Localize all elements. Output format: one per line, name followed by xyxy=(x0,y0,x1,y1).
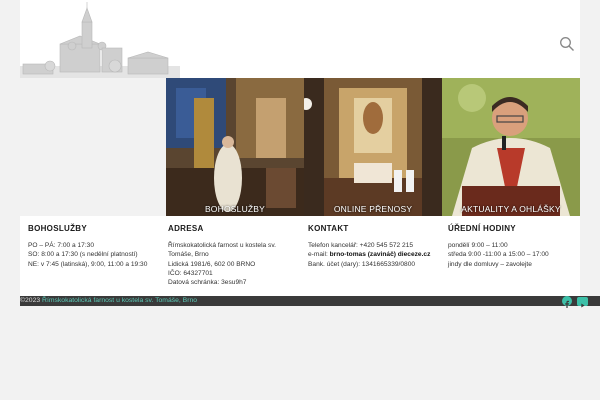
address-line: IČO: 64327701 xyxy=(168,269,213,277)
email-label: e-mail: xyxy=(308,251,330,259)
address-column: ADRESA Římskokatolická farnost u kostela… xyxy=(160,216,300,296)
feature-tiles: BOHOSLUŽBY ONLINE PŘENOSY AKTUALITY A OH… xyxy=(166,78,580,216)
facebook-icon[interactable] xyxy=(562,296,572,308)
address-heading: ADRESA xyxy=(168,224,204,233)
office-hours-heading: ÚŘEDNÍ HODINY xyxy=(448,224,516,233)
address-line: Lidická 1981/6, 602 00 BRNO xyxy=(168,260,256,268)
church-drawing-icon[interactable] xyxy=(20,0,215,78)
address-line: Datová schránka: 3esu9h7 xyxy=(168,279,247,287)
youtube-icon[interactable] xyxy=(577,296,588,307)
contact-column: KONTAKT Telefon kancelář: +420 545 572 2… xyxy=(300,216,440,296)
tile-label: AKTUALITY A OHLÁŠKY xyxy=(461,204,561,214)
altar-photo xyxy=(304,78,442,216)
office-hours-line: středa 9:00 -11:00 a 15:00 – 17:00 xyxy=(448,251,549,259)
info-section: BOHOSLUŽBY PO – PÁ: 7:00 a 17:30 SO: 8:0… xyxy=(20,216,580,296)
tile-services[interactable]: BOHOSLUŽBY xyxy=(166,78,304,216)
services-line: PO – PÁ: 7:00 a 17:30 xyxy=(28,242,94,249)
services-column: BOHOSLUŽBY PO – PÁ: 7:00 a 17:30 SO: 8:0… xyxy=(20,216,160,296)
tile-online-streams[interactable]: ONLINE PŘENOSY xyxy=(304,78,442,216)
mass-photo xyxy=(166,78,304,216)
tile-label: BOHOSLUŽBY xyxy=(204,204,266,214)
site-footer: ©2023 Římskokatolická farnost u kostela … xyxy=(20,296,600,308)
site-header xyxy=(20,0,580,78)
office-hours-column: ÚŘEDNÍ HODINY pondělí 9:00 – 11:00 střed… xyxy=(440,216,580,296)
office-hours-line: pondělí 9:00 – 11:00 xyxy=(448,242,508,249)
contact-phone[interactable]: Telefon kancelář: +420 545 572 215 xyxy=(308,241,440,250)
priest-photo xyxy=(442,78,580,216)
contact-heading: KONTAKT xyxy=(308,224,349,233)
parish-link[interactable]: Římskokatolická farnost u kostela sv. To… xyxy=(42,297,197,304)
office-hours-line: jindy dle domluvy – zavolejte xyxy=(448,260,532,268)
copyright: ©2023 Římskokatolická farnost u kostela … xyxy=(20,297,197,304)
search-icon[interactable] xyxy=(559,36,575,52)
address-line: Římskokatolická farnost u kostela sv. xyxy=(168,242,276,249)
services-line: SO: 8:00 a 17:30 (s nedělní platností) xyxy=(28,251,138,259)
social-links xyxy=(562,296,588,308)
services-line: NE: v 7:45 (latinská), 9:00, 11:00 a 19:… xyxy=(28,260,148,268)
address-line: Tomáše, Brno xyxy=(168,251,209,259)
email-value[interactable]: brno-tomas (zavináč) dieceze.cz xyxy=(330,251,431,258)
tile-news[interactable]: AKTUALITY A OHLÁŠKY xyxy=(442,78,580,216)
services-heading: BOHOSLUŽBY xyxy=(28,224,87,233)
contact-bank: Bank. účet (dary): 1341665339/0800 xyxy=(308,260,416,268)
contact-email[interactable]: e-mail: brno-tomas (zavináč) dieceze.cz xyxy=(308,250,440,259)
tile-label: ONLINE PŘENOSY xyxy=(333,204,413,214)
copyright-text: ©2023 xyxy=(20,297,43,304)
